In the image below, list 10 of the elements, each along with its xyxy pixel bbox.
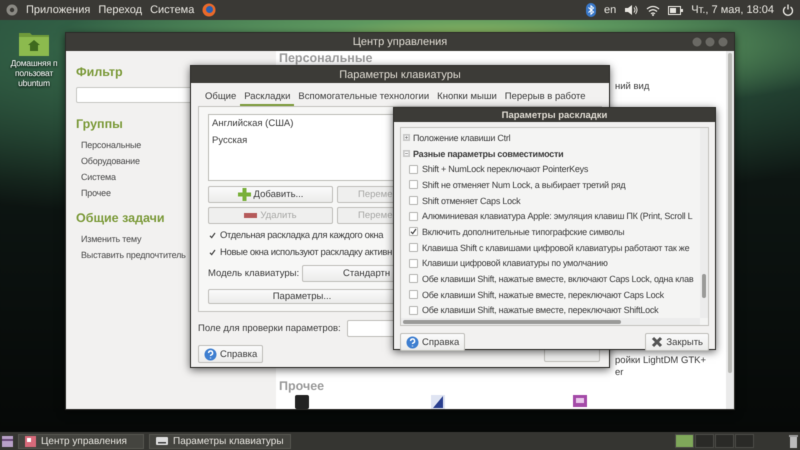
window-title: Параметры раскладки [502, 110, 608, 120]
category-heading: Прочее [279, 380, 324, 393]
field-label: Поле для проверки параметров: [198, 323, 341, 334]
section-heading: Общие задачи [76, 211, 165, 225]
section-heading: Группы [76, 117, 123, 131]
category-heading: Персональные [279, 52, 372, 65]
window-title: Центр управления [352, 36, 448, 48]
section-heading: Фильтр [76, 65, 123, 79]
field-label: Модель клавиатуры: [208, 268, 300, 280]
window-title: Параметры клавиатуры [339, 68, 461, 80]
